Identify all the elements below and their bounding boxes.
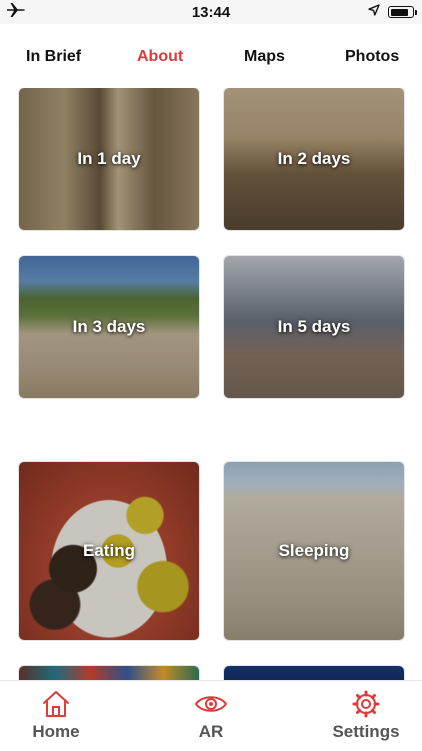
card-label: In 1 day [77, 149, 141, 168]
card-partial-left[interactable] [19, 666, 199, 680]
tab-in-brief[interactable]: In Brief [26, 48, 81, 66]
card-partial-right[interactable] [224, 666, 404, 680]
card-in-5-days[interactable]: In 5 days [224, 256, 404, 398]
card-in-3-days[interactable]: In 3 days [19, 256, 199, 398]
itinerary-grid: In 1 day In 2 days In 3 days In 5 days E… [0, 88, 422, 680]
card-label: In 3 days [72, 317, 146, 336]
card-label: In 5 days [277, 317, 351, 336]
nav-ar[interactable]: AR [141, 681, 281, 751]
battery-fill [390, 8, 408, 16]
battery-icon [388, 6, 417, 18]
card-sleeping[interactable]: Sleeping [224, 462, 404, 640]
nav-home-label: Home [32, 722, 80, 741]
tab-maps[interactable]: Maps [244, 48, 285, 66]
tab-about[interactable]: About [137, 48, 183, 66]
top-tab-bar: In Brief About Maps Photos [0, 24, 422, 88]
home-icon [41, 689, 71, 719]
nav-ar-label: AR [198, 722, 224, 741]
nav-settings-label: Settings [332, 722, 400, 741]
nav-settings[interactable]: Settings [296, 681, 422, 751]
card-in-2-days[interactable]: In 2 days [224, 88, 404, 230]
gear-icon [352, 689, 380, 719]
eye-icon [194, 689, 228, 719]
tab-photos[interactable]: Photos [345, 48, 399, 66]
status-bar: 13:44 [0, 0, 422, 24]
card-label: Sleeping [278, 541, 350, 560]
nav-home[interactable]: Home [0, 681, 126, 751]
card-in-1-day[interactable]: In 1 day [19, 88, 199, 230]
status-time: 13:44 [191, 3, 231, 21]
battery-nub [415, 10, 417, 15]
card-label: In 2 days [277, 149, 351, 168]
card-label: Eating [83, 541, 135, 560]
card-eating[interactable]: Eating [19, 462, 199, 640]
bottom-nav: Home AR Settings [0, 680, 422, 751]
